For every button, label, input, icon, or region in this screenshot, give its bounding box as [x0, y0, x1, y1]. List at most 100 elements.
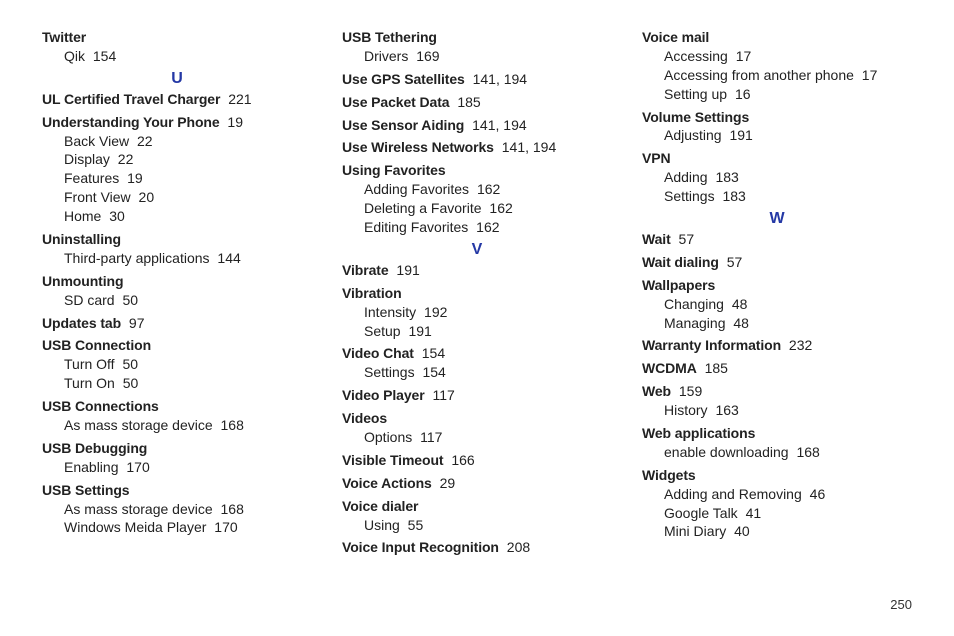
page-reference[interactable]: 17 [732, 48, 751, 64]
index-term: Use Sensor Aiding [342, 117, 464, 133]
page-reference[interactable]: 154 [419, 364, 446, 380]
page-number: 250 [890, 597, 912, 612]
page-reference[interactable]: 29 [436, 475, 455, 491]
index-term-line: Twitter [42, 28, 312, 47]
page-reference[interactable]: 19 [123, 170, 142, 186]
page-reference[interactable]: 55 [404, 517, 423, 533]
page-reference[interactable]: 170 [123, 459, 150, 475]
page-reference[interactable]: 191 [405, 323, 432, 339]
index-subentry-label: Setup [364, 323, 401, 339]
index-subentry-label: Options [364, 429, 412, 445]
index-entry: WCDMA 185 [642, 359, 912, 378]
page-reference[interactable]: 48 [730, 315, 749, 331]
index-term-line: Use Sensor Aiding 141, 194 [342, 116, 612, 135]
page-reference[interactable]: 144 [214, 250, 241, 266]
page-reference[interactable]: 185 [453, 94, 480, 110]
page-reference[interactable]: 141, 194 [468, 117, 526, 133]
index-subentry: Adding Favorites 162 [342, 180, 612, 199]
page-reference[interactable]: 141, 194 [498, 139, 556, 155]
index-subentry: Changing 48 [642, 295, 912, 314]
index-entry: UninstallingThird-party applications 144 [42, 230, 312, 268]
page-reference[interactable]: 191 [726, 127, 753, 143]
page-reference[interactable]: 168 [793, 444, 820, 460]
index-subentry-label: Accessing from another phone [664, 67, 854, 83]
page-reference[interactable]: 159 [675, 383, 702, 399]
page-reference[interactable]: 97 [125, 315, 144, 331]
page-reference[interactable]: 50 [119, 356, 138, 372]
index-subentry-label: Setting up [664, 86, 727, 102]
page-reference[interactable]: 141, 194 [469, 71, 527, 87]
index-term: Voice Input Recognition [342, 539, 499, 555]
index-term-line: USB Tethering [342, 28, 612, 47]
index-term: Vibration [342, 285, 402, 301]
page-reference[interactable]: 169 [412, 48, 439, 64]
index-entry: Voice Input Recognition 208 [342, 538, 612, 557]
page-reference[interactable]: 166 [447, 452, 474, 468]
page-reference[interactable]: 48 [728, 296, 747, 312]
index-subentry-label: Third-party applications [64, 250, 210, 266]
index-term: Volume Settings [642, 109, 749, 125]
index-subentry-label: Google Talk [664, 505, 738, 521]
index-term: USB Connections [42, 398, 159, 414]
index-term: VPN [642, 150, 671, 166]
index-subentry-label: Intensity [364, 304, 416, 320]
page-reference[interactable]: 117 [416, 429, 442, 445]
page-reference[interactable]: 170 [210, 519, 237, 535]
index-term: Wait [642, 231, 671, 247]
page-reference[interactable]: 191 [393, 262, 420, 278]
page-reference[interactable]: 232 [785, 337, 812, 353]
page-reference[interactable]: 154 [89, 48, 116, 64]
page-reference[interactable]: 162 [486, 200, 513, 216]
page-reference[interactable]: 208 [503, 539, 530, 555]
page-reference[interactable]: 46 [806, 486, 825, 502]
page-reference[interactable]: 41 [742, 505, 761, 521]
page-reference[interactable]: 22 [114, 151, 133, 167]
page-reference[interactable]: 162 [472, 219, 499, 235]
index-entry: Web 159History 163 [642, 382, 912, 420]
page-reference[interactable]: 154 [418, 345, 445, 361]
page-reference[interactable]: 57 [723, 254, 742, 270]
index-subentry-label: Editing Favorites [364, 219, 468, 235]
index-subentry: Setting up 16 [642, 85, 912, 104]
page-reference[interactable]: 57 [675, 231, 694, 247]
page-reference[interactable]: 19 [224, 114, 243, 130]
page-reference[interactable]: 163 [712, 402, 739, 418]
page-reference[interactable]: 183 [712, 169, 739, 185]
index-subentry-label: Turn Off [64, 356, 115, 372]
page-reference[interactable]: 192 [420, 304, 447, 320]
index-subentry: Front View 20 [42, 188, 312, 207]
index-term-line: USB Connection [42, 336, 312, 355]
index-term: Understanding Your Phone [42, 114, 220, 130]
index-term-line: Using Favorites [342, 161, 612, 180]
index-entry: WallpapersChanging 48Managing 48 [642, 276, 912, 333]
page-reference[interactable]: 50 [119, 292, 138, 308]
page-reference[interactable]: 20 [135, 189, 154, 205]
page-reference[interactable]: 185 [701, 360, 728, 376]
index-subentry-label: Settings [364, 364, 415, 380]
index-term: Use Packet Data [342, 94, 449, 110]
index-entry: Web applicationsenable downloading 168 [642, 424, 912, 462]
page-reference[interactable]: 183 [719, 188, 746, 204]
index-subentry: enable downloading 168 [642, 443, 912, 462]
page-reference[interactable]: 16 [731, 86, 750, 102]
page-reference[interactable]: 22 [133, 133, 152, 149]
index-subentry: Adjusting 191 [642, 126, 912, 145]
page-reference[interactable]: 162 [473, 181, 500, 197]
index-entry: USB ConnectionsAs mass storage device 16… [42, 397, 312, 435]
index-term: Updates tab [42, 315, 121, 331]
page-reference[interactable]: 30 [105, 208, 124, 224]
page-reference[interactable]: 40 [730, 523, 749, 539]
page-reference[interactable]: 117 [429, 387, 455, 403]
index-subentry: Options 117 [342, 428, 612, 447]
page-reference[interactable]: 221 [224, 91, 251, 107]
page-reference[interactable]: 17 [858, 67, 877, 83]
index-term-line: Voice Actions 29 [342, 474, 612, 493]
page-reference[interactable]: 50 [119, 375, 138, 391]
page-reference[interactable]: 168 [217, 417, 244, 433]
index-entry: Vibrate 191 [342, 261, 612, 280]
index-term-line: Voice dialer [342, 497, 612, 516]
index-entry: VPNAdding 183Settings 183 [642, 149, 912, 206]
page-reference[interactable]: 168 [217, 501, 244, 517]
index-subentry: Turn On 50 [42, 374, 312, 393]
index-subentry-label: Managing [664, 315, 726, 331]
